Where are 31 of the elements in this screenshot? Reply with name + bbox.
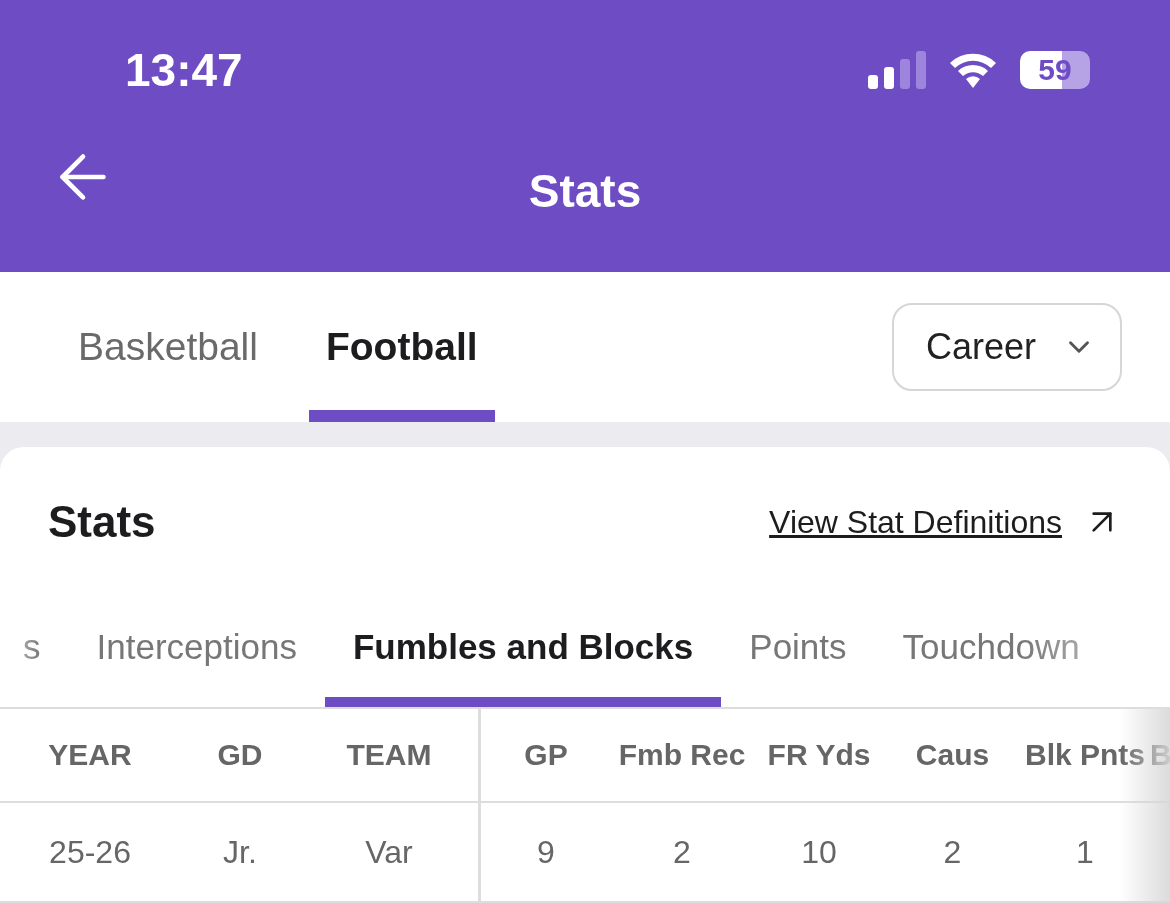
column-header: YEAR: [0, 709, 180, 803]
page-title: Stats: [528, 164, 642, 218]
category-tab[interactable]: Touchdown: [874, 597, 1108, 707]
wifi-icon: [948, 51, 998, 89]
sport-tab[interactable]: Basketball: [61, 272, 275, 422]
column-header: FR Yds: [753, 709, 885, 803]
table-cell: 10: [753, 803, 885, 903]
table-cell: 2: [885, 803, 1020, 903]
table-cell: Jr.: [180, 803, 300, 903]
period-dropdown[interactable]: Career: [891, 303, 1122, 391]
column-header: GD: [180, 709, 300, 803]
column-header: Fmb Rec: [611, 709, 753, 803]
table-cell: 9: [481, 803, 611, 903]
category-tab[interactable]: Fumbles and Blocks: [324, 597, 722, 707]
status-time: 13:47: [125, 43, 243, 97]
category-tab[interactable]: s: [0, 597, 69, 707]
battery-icon: 59: [1020, 51, 1090, 89]
category-tab[interactable]: Interceptions: [68, 597, 325, 707]
column-header: Blk Pnts: [1020, 709, 1150, 803]
definitions-link[interactable]: View Stat Definitions: [769, 502, 1122, 542]
table-cell: 2: [611, 803, 753, 903]
card-title: Stats: [48, 497, 156, 547]
category-tab[interactable]: Points: [721, 597, 875, 707]
table-cell: 1: [1020, 803, 1150, 903]
column-header: TEAM: [300, 709, 481, 803]
table-cell: 25-26: [0, 803, 180, 903]
table-cell: Var: [300, 803, 481, 903]
signal-icon: [868, 51, 926, 89]
column-header: GP: [481, 709, 611, 803]
column-header: Caus: [885, 709, 1020, 803]
sport-tab[interactable]: Football: [308, 272, 495, 422]
